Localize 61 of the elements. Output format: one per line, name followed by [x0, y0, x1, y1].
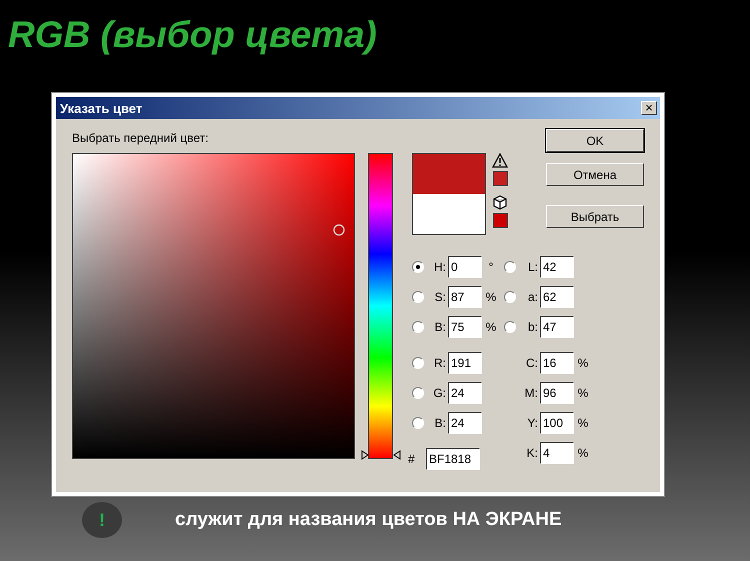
field-label: Y: — [526, 416, 538, 430]
input-field[interactable]: 62 — [540, 286, 574, 308]
radio-button[interactable] — [412, 260, 424, 272]
exclamation-icon: ! — [82, 502, 122, 538]
field-label: H: — [433, 260, 446, 274]
field-label: K: — [526, 446, 538, 460]
unit-label: ° — [488, 260, 494, 274]
hex-label: # — [408, 452, 416, 466]
radio-button[interactable] — [412, 290, 424, 302]
hue-slider[interactable] — [361, 153, 398, 459]
input-field[interactable]: 24 — [448, 382, 482, 404]
field-label: C: — [525, 356, 538, 370]
radio-button[interactable] — [412, 386, 424, 398]
input-field[interactable]: 4 — [540, 442, 574, 464]
field-label: G: — [432, 386, 446, 400]
gamut-swatch[interactable] — [492, 171, 508, 186]
input-field[interactable]: 96 — [540, 382, 574, 404]
radio-button[interactable] — [504, 290, 516, 302]
field-label: B: — [434, 416, 446, 430]
dialog-button[interactable]: Отмена — [546, 163, 644, 186]
radio-button[interactable] — [412, 416, 424, 428]
dialog-button[interactable]: Выбрать — [546, 205, 644, 228]
field-label: M: — [524, 386, 538, 400]
radio-button[interactable] — [504, 260, 516, 272]
prompt-label: Выбрать передний цвет: — [72, 131, 209, 145]
window-title: Указать цвет — [60, 100, 142, 116]
cube-icon[interactable] — [493, 195, 507, 210]
picker-ring-icon — [333, 224, 345, 236]
radio-button[interactable] — [504, 320, 516, 332]
field-label: B: — [434, 320, 446, 334]
unit-label: % — [484, 320, 498, 334]
input-field[interactable]: 24 — [448, 412, 482, 434]
slide-title: RGB (выбор цвета) — [8, 14, 377, 56]
unit-label: % — [484, 290, 498, 304]
field-label: L: — [526, 260, 538, 274]
unit-label: % — [576, 446, 590, 460]
field-label: S: — [434, 290, 446, 304]
unit-label: % — [576, 386, 590, 400]
dialog-button[interactable]: OK — [546, 129, 644, 152]
warning-icon[interactable] — [492, 153, 508, 168]
hex-input-field[interactable]: BF1818 — [426, 448, 480, 470]
input-field[interactable]: 191 — [448, 352, 482, 374]
color-field[interactable] — [72, 153, 356, 459]
unit-label: % — [576, 356, 590, 370]
field-label: a: — [526, 290, 538, 304]
gamut-swatch[interactable] — [492, 213, 508, 228]
input-field[interactable]: 42 — [540, 256, 574, 278]
input-field[interactable]: 100 — [540, 412, 574, 434]
input-field[interactable]: 87 — [448, 286, 482, 308]
input-field[interactable]: 16 — [540, 352, 574, 374]
unit-label: % — [576, 416, 590, 430]
close-button[interactable]: × — [641, 101, 657, 115]
field-label: R: — [433, 356, 446, 370]
input-field[interactable]: 47 — [540, 316, 574, 338]
radio-button[interactable] — [412, 320, 424, 332]
caption-text: служит для названия цветов НА ЭКРАНЕ — [175, 509, 562, 531]
radio-button[interactable] — [412, 356, 424, 368]
input-field[interactable]: 75 — [448, 316, 482, 338]
input-field[interactable]: 0 — [448, 256, 482, 278]
field-label: b: — [526, 320, 538, 334]
slider-arrows-icon[interactable] — [361, 450, 402, 460]
